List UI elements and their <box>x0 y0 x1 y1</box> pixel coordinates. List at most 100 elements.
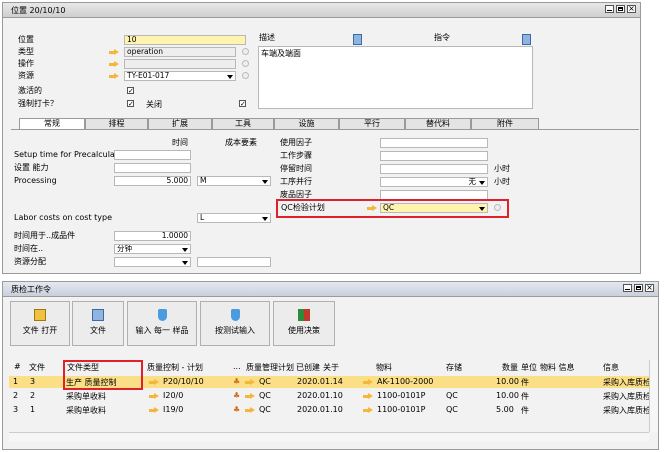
input-each-sample-button[interactable]: 输入 每一 样品 <box>127 301 197 346</box>
doc-type-highlight <box>63 360 143 390</box>
link-arrow-icon[interactable] <box>109 61 119 67</box>
link-arrow-icon[interactable] <box>149 407 159 413</box>
use-factor-label: 使用因子 <box>280 138 312 147</box>
close-icon[interactable]: × <box>627 5 636 13</box>
active-checkbox[interactable]: ✓ <box>127 87 134 95</box>
doc-number: 3 <box>30 377 36 386</box>
force-checkin-checkbox[interactable]: ✓ <box>127 100 134 108</box>
info: 采购入库质检 <box>603 392 651 401</box>
column-header: 文件 <box>29 363 45 372</box>
instruction-label: 指令 <box>434 33 450 42</box>
unit: 件 <box>521 392 529 401</box>
processing-unit-select[interactable]: M <box>197 176 271 186</box>
labor-cost-select[interactable]: L <box>197 213 271 223</box>
labor-cost-label: Labor costs on cost type <box>14 213 112 222</box>
link-arrow-icon[interactable] <box>363 379 373 385</box>
minimize-icon[interactable] <box>623 284 632 292</box>
document-label: 文件 <box>90 326 106 335</box>
qc-plan: I20/0 <box>163 391 184 400</box>
resource-allocation-extra-field[interactable] <box>197 257 271 267</box>
description-label: 描述 <box>259 33 275 42</box>
work-step-label: 工作步骤 <box>280 151 312 160</box>
maximize-icon[interactable] <box>616 5 625 13</box>
force-checkin-label: 强制打卡？ <box>18 99 58 108</box>
info: 采购入库质检 <box>603 378 651 387</box>
link-arrow-icon[interactable] <box>245 379 255 385</box>
table-row[interactable]: 3 1 采购单收料 I19/0 ♣ QC 2020.01.10 1100-010… <box>9 404 655 416</box>
hierarchy-icon[interactable]: ♣ <box>233 405 240 414</box>
processing-time-field[interactable]: 5.000 <box>114 176 191 186</box>
parallel-process-value: 无 <box>468 177 477 186</box>
link-arrow-icon[interactable] <box>245 393 255 399</box>
horizontal-scrollbar[interactable] <box>9 432 649 442</box>
lookup-icon[interactable] <box>242 60 249 67</box>
link-arrow-icon[interactable] <box>245 407 255 413</box>
created-date: 2020.01.14 <box>297 377 343 386</box>
column-header: 物料 <box>376 363 392 372</box>
time-for-field[interactable]: 1.0000 <box>114 231 191 241</box>
close-label: 关闭 <box>146 100 162 109</box>
chevron-down-icon <box>262 217 268 221</box>
qc-plan: P20/10/10 <box>163 377 204 386</box>
item-code: 1100-0101P <box>377 391 426 400</box>
description-textarea[interactable]: 车端及端面 <box>258 46 533 109</box>
minimize-icon[interactable] <box>605 5 614 13</box>
close-icon[interactable]: × <box>645 284 654 292</box>
unit: 件 <box>521 406 529 415</box>
chevron-down-icon <box>479 181 485 185</box>
item-code: 1100-0101P <box>377 405 426 414</box>
column-header: 信息 <box>603 363 619 372</box>
column-header: 存储 <box>446 363 462 372</box>
column-header: 质量管理计划 <box>246 363 294 372</box>
link-arrow-icon[interactable] <box>363 393 373 399</box>
document-icon <box>92 309 104 321</box>
hierarchy-icon[interactable]: ♣ <box>233 377 240 386</box>
link-arrow-icon[interactable] <box>109 73 119 79</box>
type-field[interactable]: operation <box>124 47 236 57</box>
column-header: ... <box>233 362 241 371</box>
column-header: 已创建 <box>296 363 320 372</box>
chevron-down-icon <box>182 248 188 252</box>
work-step-field[interactable] <box>380 151 488 161</box>
lookup-icon[interactable] <box>242 48 249 55</box>
time-in-value: 分钟 <box>117 244 132 253</box>
link-arrow-icon[interactable] <box>149 379 159 385</box>
open-document-button[interactable]: 文件 打开 <box>10 301 70 346</box>
window-titlebar[interactable]: 位置 20/10/10 × <box>3 3 640 18</box>
parallel-process-label: 工序并行 <box>280 177 312 186</box>
document-button[interactable]: 文件 <box>72 301 124 346</box>
row-number: 3 <box>13 405 19 414</box>
resource-select[interactable]: TY-E01-017 <box>124 71 236 81</box>
doc-type: 采购单收料 <box>66 406 106 415</box>
time-in-select[interactable]: 分钟 <box>114 244 191 254</box>
link-arrow-icon[interactable] <box>109 49 119 55</box>
stop-time-field[interactable] <box>380 164 488 174</box>
resource-allocation-select[interactable] <box>114 257 191 267</box>
decision-icon <box>298 309 310 321</box>
document-icon[interactable] <box>353 34 362 45</box>
vertical-scrollbar[interactable] <box>649 360 658 432</box>
operation-field[interactable] <box>124 59 236 69</box>
setup-time-label: Setup time for Precalculati <box>14 150 121 159</box>
processing-unit-value: M <box>200 176 207 185</box>
window-title: 质检工作令 <box>11 285 51 294</box>
link-arrow-icon[interactable] <box>149 393 159 399</box>
close-checkbox[interactable]: ✓ <box>239 100 246 108</box>
maximize-icon[interactable] <box>634 284 643 292</box>
window-titlebar[interactable]: 质检工作令 × <box>3 282 658 297</box>
table-row[interactable]: 2 2 采购单收料 I20/0 ♣ QC 2020.01.10 1100-010… <box>9 390 655 402</box>
usage-decision-button[interactable]: 使用决策 <box>273 301 335 346</box>
time-in-label: 时间在.. <box>14 244 44 253</box>
position-field[interactable]: 10 <box>124 35 246 45</box>
capacity-field[interactable] <box>114 163 191 173</box>
created-date: 2020.01.10 <box>297 391 343 400</box>
parallel-process-select[interactable]: 无 <box>380 177 488 187</box>
input-by-test-button[interactable]: 按测试输入 <box>200 301 270 346</box>
setup-time-field[interactable] <box>114 150 191 160</box>
link-arrow-icon[interactable] <box>363 407 373 413</box>
lookup-icon[interactable] <box>242 72 249 79</box>
stop-time-label: 停留时间 <box>280 164 312 173</box>
hierarchy-icon[interactable]: ♣ <box>233 391 240 400</box>
document-icon[interactable] <box>522 34 531 45</box>
use-factor-field[interactable] <box>380 138 488 148</box>
